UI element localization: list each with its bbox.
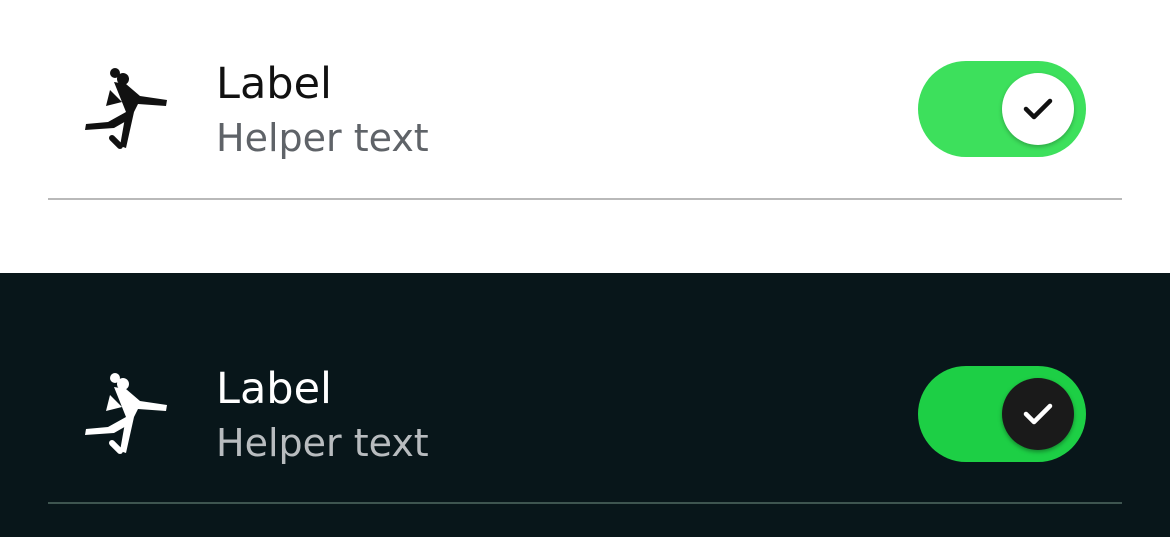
list-item[interactable]: Label Helper text bbox=[0, 305, 1170, 505]
light-theme-panel: Label Helper text bbox=[0, 0, 1170, 273]
divider bbox=[48, 502, 1122, 504]
list-item[interactable]: Label Helper text bbox=[0, 0, 1170, 200]
switch-knob bbox=[1002, 73, 1074, 145]
toggle-switch[interactable] bbox=[918, 366, 1086, 462]
divider bbox=[48, 198, 1122, 200]
list-item-helper-text: Helper text bbox=[216, 421, 429, 465]
list-item-helper-text: Helper text bbox=[216, 116, 429, 160]
handball-player-icon bbox=[85, 68, 167, 149]
handball-player-icon bbox=[85, 373, 167, 454]
check-icon bbox=[1023, 403, 1053, 425]
toggle-switch[interactable] bbox=[918, 61, 1086, 157]
check-icon bbox=[1023, 98, 1053, 120]
list-item-label: Label bbox=[216, 59, 333, 109]
dark-theme-panel: Label Helper text bbox=[0, 273, 1170, 537]
switch-knob bbox=[1002, 378, 1074, 450]
list-item-label: Label bbox=[216, 364, 333, 414]
